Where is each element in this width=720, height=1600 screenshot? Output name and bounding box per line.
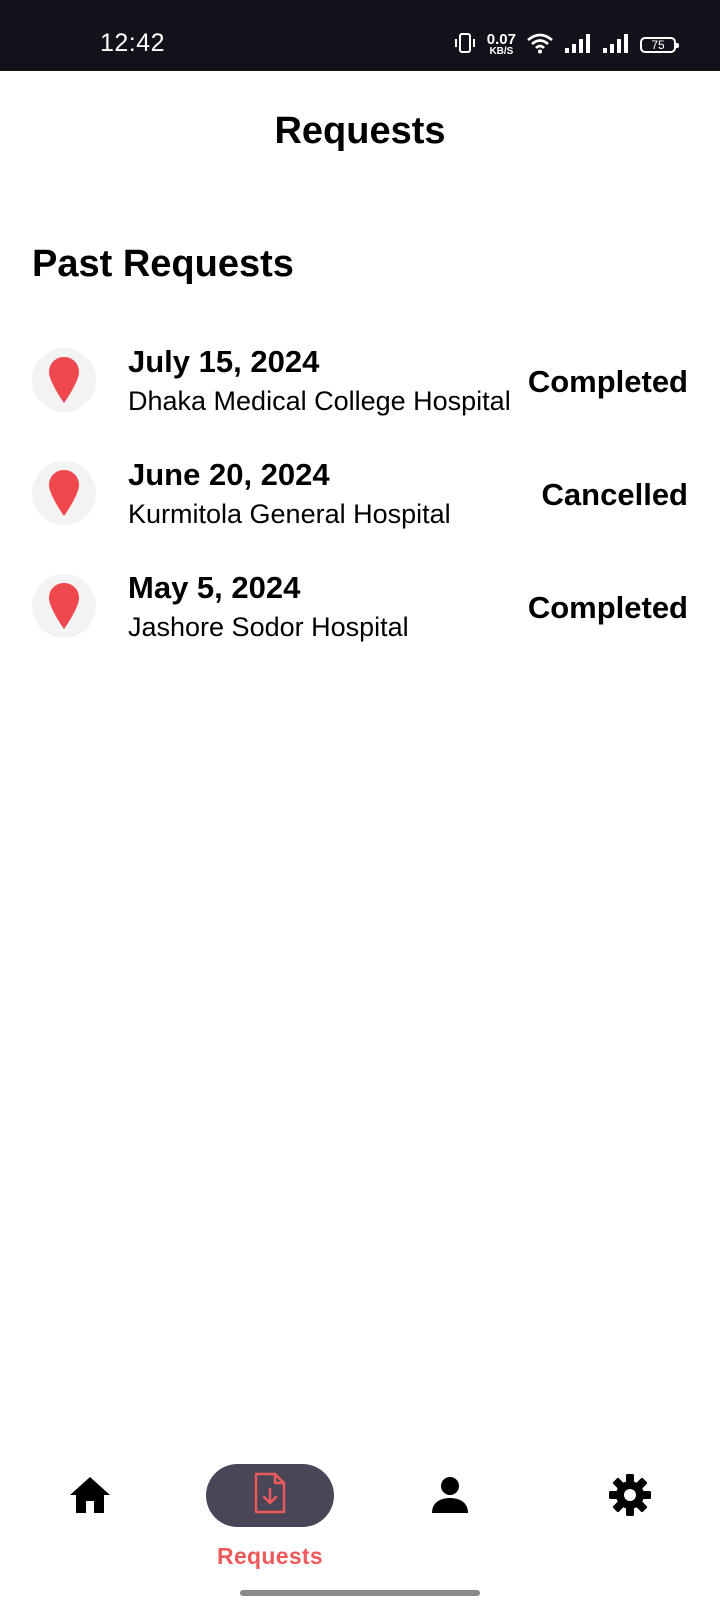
nav-settings[interactable]: [560, 1440, 700, 1570]
request-date: July 15, 2024: [128, 344, 320, 379]
request-date: May 5, 2024: [128, 570, 301, 605]
document-download-icon: [253, 1472, 287, 1519]
status-time: 12:42: [100, 29, 166, 57]
wifi-icon: [526, 32, 554, 59]
battery-level: 75: [651, 38, 665, 52]
list-item[interactable]: May 5, 2024 Jashore Sodor Hospital Compl…: [0, 556, 720, 669]
request-hospital: Dhaka Medical College Hospital: [128, 386, 511, 416]
request-status: Completed: [527, 590, 688, 625]
list-item[interactable]: July 15, 2024 Dhaka Medical College Hosp…: [0, 330, 720, 443]
nav-requests[interactable]: Requests: [200, 1440, 340, 1570]
signal-icon: [564, 32, 592, 59]
status-bar: 12:42 0.07 KB/S 75: [0, 0, 720, 71]
network-speed-unit: KB/S: [489, 45, 514, 57]
gear-icon: [600, 1464, 660, 1526]
section-title: Past Requests: [32, 243, 294, 285]
home-indicator[interactable]: [240, 1590, 480, 1596]
network-speed-value: 0.07: [486, 30, 516, 48]
status-icons: 0.07 KB/S 75: [453, 30, 679, 60]
home-icon: [60, 1464, 120, 1526]
location-pin-icon: [32, 348, 96, 412]
nav-profile[interactable]: [380, 1440, 520, 1570]
vibrate-icon: [453, 31, 477, 60]
location-pin-icon: [32, 574, 96, 638]
person-icon: [420, 1464, 480, 1526]
request-status: Cancelled: [541, 477, 688, 512]
nav-home[interactable]: [20, 1440, 160, 1570]
bottom-nav: Requests: [0, 1440, 720, 1600]
nav-requests-label: Requests: [217, 1543, 323, 1569]
location-pin-icon: [32, 461, 96, 525]
request-hospital: Jashore Sodor Hospital: [128, 612, 409, 642]
signal-icon: [602, 32, 630, 59]
request-status: Completed: [527, 364, 688, 399]
request-list: July 15, 2024 Dhaka Medical College Hosp…: [0, 330, 720, 669]
request-date: June 20, 2024: [128, 457, 330, 492]
network-speed: 0.07 KB/S: [487, 32, 516, 57]
list-item[interactable]: June 20, 2024 Kurmitola General Hospital…: [0, 443, 720, 556]
page-title: Requests: [274, 110, 446, 152]
request-hospital: Kurmitola General Hospital: [128, 499, 451, 529]
battery-icon: 75: [640, 37, 679, 53]
nav-active-pill: [206, 1464, 334, 1527]
